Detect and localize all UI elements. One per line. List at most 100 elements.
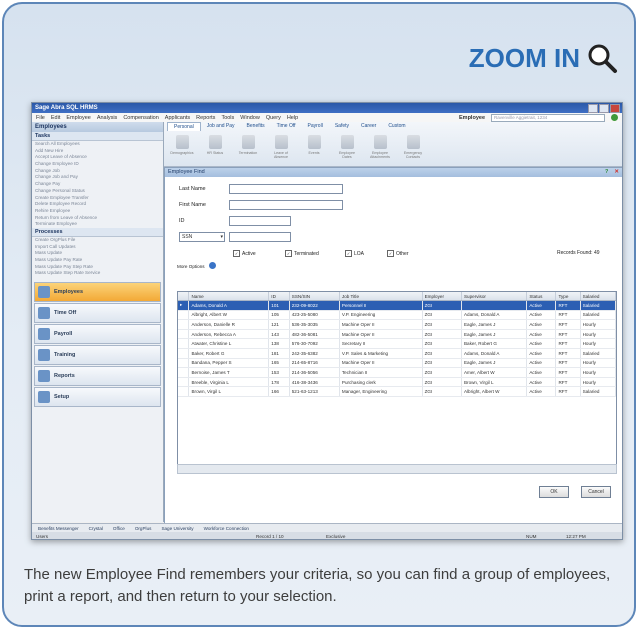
other-checkbox[interactable]: ✓ Other bbox=[387, 250, 409, 257]
task-item[interactable]: Delete Employee Record bbox=[32, 201, 163, 208]
minimize-button[interactable] bbox=[588, 103, 598, 113]
task-item[interactable]: Accept Leave of Absence bbox=[32, 154, 163, 161]
column-header[interactable]: ID bbox=[268, 292, 290, 301]
menu-help[interactable]: Help bbox=[287, 115, 298, 121]
process-item[interactable]: Import Call Updates bbox=[32, 244, 163, 251]
task-item[interactable]: Add New Hire bbox=[32, 148, 163, 155]
ok-button[interactable]: OK bbox=[539, 486, 569, 498]
column-header[interactable]: Employer bbox=[422, 292, 462, 301]
nav-employees-button[interactable]: Employees bbox=[34, 282, 161, 303]
terminated-checkbox[interactable]: ✓ Terminated bbox=[285, 250, 319, 257]
nav-payroll-button[interactable]: Payroll bbox=[34, 324, 161, 345]
nav-setup-button[interactable]: Setup bbox=[34, 387, 161, 408]
menu-applicants[interactable]: Applicants bbox=[165, 115, 190, 121]
tab-career[interactable]: Career bbox=[355, 122, 382, 131]
tab-custom[interactable]: Custom bbox=[382, 122, 411, 131]
id-input[interactable] bbox=[229, 216, 291, 226]
table-row[interactable]: Bernoise, James T 153 214-36-5056 Technicia… bbox=[178, 367, 616, 378]
horizontal-scrollbar[interactable] bbox=[177, 464, 617, 474]
table-row[interactable]: Atwater, Christine L 138 576-30-7092 Secret… bbox=[178, 338, 616, 349]
processes-header[interactable]: Processes bbox=[32, 227, 163, 237]
task-item[interactable]: Change Job bbox=[32, 168, 163, 175]
nav-time-off-button[interactable]: Time Off bbox=[34, 303, 161, 324]
process-item[interactable]: Mass Update bbox=[32, 250, 163, 257]
ssn-input[interactable] bbox=[229, 232, 291, 242]
tool-employee-dates[interactable]: Employee Dates bbox=[335, 135, 359, 159]
task-item[interactable]: Change Pay bbox=[32, 181, 163, 188]
tool-emergency-contacts[interactable]: Emergency Contacts bbox=[401, 135, 425, 159]
column-header[interactable]: Status bbox=[526, 292, 557, 301]
tool-hr-status[interactable]: HR Status bbox=[203, 135, 227, 159]
loa-checkbox[interactable]: ✓ LOA bbox=[345, 250, 364, 257]
column-header[interactable]: Job Title bbox=[339, 292, 423, 301]
link-office[interactable]: Office bbox=[113, 526, 125, 531]
menu-compensation[interactable]: Compensation bbox=[123, 115, 158, 121]
menu-window[interactable]: Window bbox=[240, 115, 260, 121]
task-item[interactable]: Rehire Employee bbox=[32, 208, 163, 215]
table-row[interactable]: Anderson, Rebecca A 143 482-36-5081 Machine… bbox=[178, 329, 616, 340]
table-row[interactable]: Anderson, Danielle R 121 536-35-3035 Machin… bbox=[178, 319, 616, 330]
task-item[interactable]: Create Employee Transfer bbox=[32, 195, 163, 202]
zoom-in-link[interactable]: ZOOM IN bbox=[469, 42, 618, 74]
cancel-button[interactable]: Cancel bbox=[581, 486, 611, 498]
more-options-link[interactable]: More Options bbox=[177, 264, 205, 269]
tab-personal[interactable]: Personal bbox=[167, 122, 201, 131]
task-item[interactable]: Change Personal Status bbox=[32, 188, 163, 195]
menu-employee[interactable]: Employee bbox=[66, 115, 90, 121]
process-item[interactable]: Mass Update Step Rate Service bbox=[32, 270, 163, 277]
nav-training-button[interactable]: Training bbox=[34, 345, 161, 366]
table-row[interactable]: Baker, Robert G 181 242-35-6382 V.P. Sales … bbox=[178, 348, 616, 359]
first-name-input[interactable] bbox=[229, 200, 343, 210]
task-item[interactable]: Change Employee ID bbox=[32, 161, 163, 168]
help-icon[interactable] bbox=[611, 114, 618, 121]
process-item[interactable]: Mass Update Pay Rate bbox=[32, 257, 163, 264]
link-sage-university[interactable]: Sage University bbox=[161, 526, 193, 531]
tool-events[interactable]: Events bbox=[302, 135, 326, 159]
link-workforce-connection[interactable]: Workforce Connection bbox=[204, 526, 249, 531]
menu-query[interactable]: Query bbox=[266, 115, 281, 121]
link-crystal[interactable]: Crystal bbox=[89, 526, 103, 531]
tab-job-and-pay[interactable]: Job and Pay bbox=[201, 122, 241, 131]
tool-termination[interactable]: Termination bbox=[236, 135, 260, 159]
help-icon[interactable]: ? bbox=[605, 168, 608, 177]
active-checkbox[interactable]: ✓ Active bbox=[233, 250, 256, 257]
link-benefits-messenger[interactable]: Benefits Messenger bbox=[38, 526, 79, 531]
tab-payroll[interactable]: Payroll bbox=[302, 122, 329, 131]
column-header[interactable]: Name bbox=[188, 292, 270, 301]
tab-time-off[interactable]: Time Off bbox=[271, 122, 302, 131]
task-item[interactable]: Terminate Employee bbox=[32, 221, 163, 228]
column-header[interactable]: SSN/SIN bbox=[289, 292, 340, 301]
link-orgplus[interactable]: OrgPlus bbox=[135, 526, 152, 531]
tab-safety[interactable]: Safety bbox=[329, 122, 355, 131]
menu-edit[interactable]: Edit bbox=[51, 115, 60, 121]
process-item[interactable]: Create OrgPlus File bbox=[32, 237, 163, 244]
column-header[interactable] bbox=[178, 292, 190, 301]
close-button[interactable] bbox=[610, 103, 620, 113]
menu-reports[interactable]: Reports bbox=[196, 115, 215, 121]
expand-icon[interactable] bbox=[209, 262, 216, 269]
column-header[interactable]: Salaried bbox=[580, 292, 616, 301]
employee-select[interactable]: Ravenville Aggietrait, 1234 bbox=[491, 113, 605, 122]
column-header[interactable]: Supervisor bbox=[461, 292, 528, 301]
maximize-button[interactable] bbox=[599, 103, 609, 113]
table-row[interactable]: Breeble, Virginia L 178 416-38-3436 Purchas… bbox=[178, 377, 616, 388]
task-item[interactable]: Change Job and Pay bbox=[32, 174, 163, 181]
menu-file[interactable]: File bbox=[36, 115, 45, 121]
ssn-select[interactable]: SSN ▾ bbox=[179, 232, 225, 242]
nav-reports-button[interactable]: Reports bbox=[34, 366, 161, 387]
table-row[interactable]: ▸ Adams, Donald A 101 232-09-8022 Personnel … bbox=[178, 300, 616, 311]
table-row[interactable]: Brown, Virgil L 166 521-63-1213 Manager, En… bbox=[178, 386, 616, 397]
menu-tools[interactable]: Tools bbox=[221, 115, 234, 121]
table-row[interactable]: Albright, Albert W 105 423-25-5080 V.P. Eng… bbox=[178, 310, 616, 321]
tool-demographics[interactable]: Demographics bbox=[170, 135, 194, 159]
column-header[interactable]: Type bbox=[555, 292, 581, 301]
tool-leave-of-absence[interactable]: Leave of Absence bbox=[269, 135, 293, 159]
menu-analysis[interactable]: Analysis bbox=[97, 115, 117, 121]
tab-benefits[interactable]: Benefits bbox=[241, 122, 271, 131]
process-item[interactable]: Mass Update Pay Step Rate bbox=[32, 264, 163, 271]
close-icon[interactable]: ✕ bbox=[614, 168, 619, 177]
task-item[interactable]: Search All Employees bbox=[32, 141, 163, 148]
tool-employee-attachments[interactable]: Employee Attachments bbox=[368, 135, 392, 159]
task-item[interactable]: Return from Leave of Absence bbox=[32, 215, 163, 222]
table-row[interactable]: Bandana, Pepper S 165 214-65-8716 Machine O… bbox=[178, 358, 616, 369]
